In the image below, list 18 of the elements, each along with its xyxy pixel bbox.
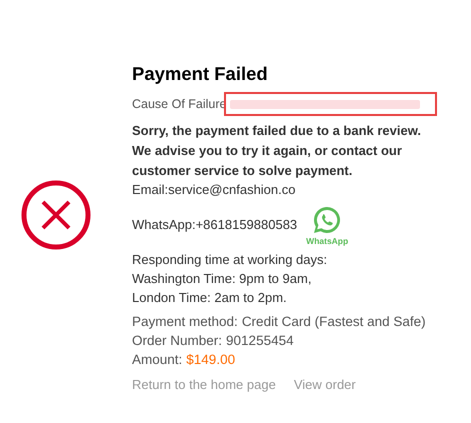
whatsapp-text: WhatsApp:+8618159880583 bbox=[132, 216, 298, 234]
detail-label: Order Number: bbox=[132, 332, 222, 350]
page-title: Payment Failed bbox=[132, 63, 269, 85]
chat-phone-icon[interactable] bbox=[312, 205, 342, 235]
order-link[interactable]: View order bbox=[294, 377, 356, 392]
detail-label: Payment method: bbox=[132, 313, 238, 331]
hours-text: Washington Time: 9pm to 9am, bbox=[132, 270, 312, 288]
apology-text: Sorry, the payment failed due to a bank review. We advise you to try it again, or contact our customer service to solve payment. bbox=[132, 122, 422, 180]
failure-icon bbox=[21, 180, 91, 250]
detail-value: 901255454 bbox=[226, 332, 294, 350]
detail-label: Amount: bbox=[132, 351, 182, 369]
hours-text: Responding time at working days: bbox=[132, 251, 328, 269]
hours-text: London Time: 2am to 2pm. bbox=[132, 289, 288, 307]
detail-value: $149.00 bbox=[186, 351, 236, 369]
email-text: Email:service@cnfashion.co bbox=[132, 181, 296, 199]
whatsapp-label: WhatsApp bbox=[306, 236, 348, 246]
home-link[interactable]: Return to the home page bbox=[132, 377, 276, 392]
detail-value: Credit Card (Fastest and Safe) bbox=[242, 313, 426, 331]
